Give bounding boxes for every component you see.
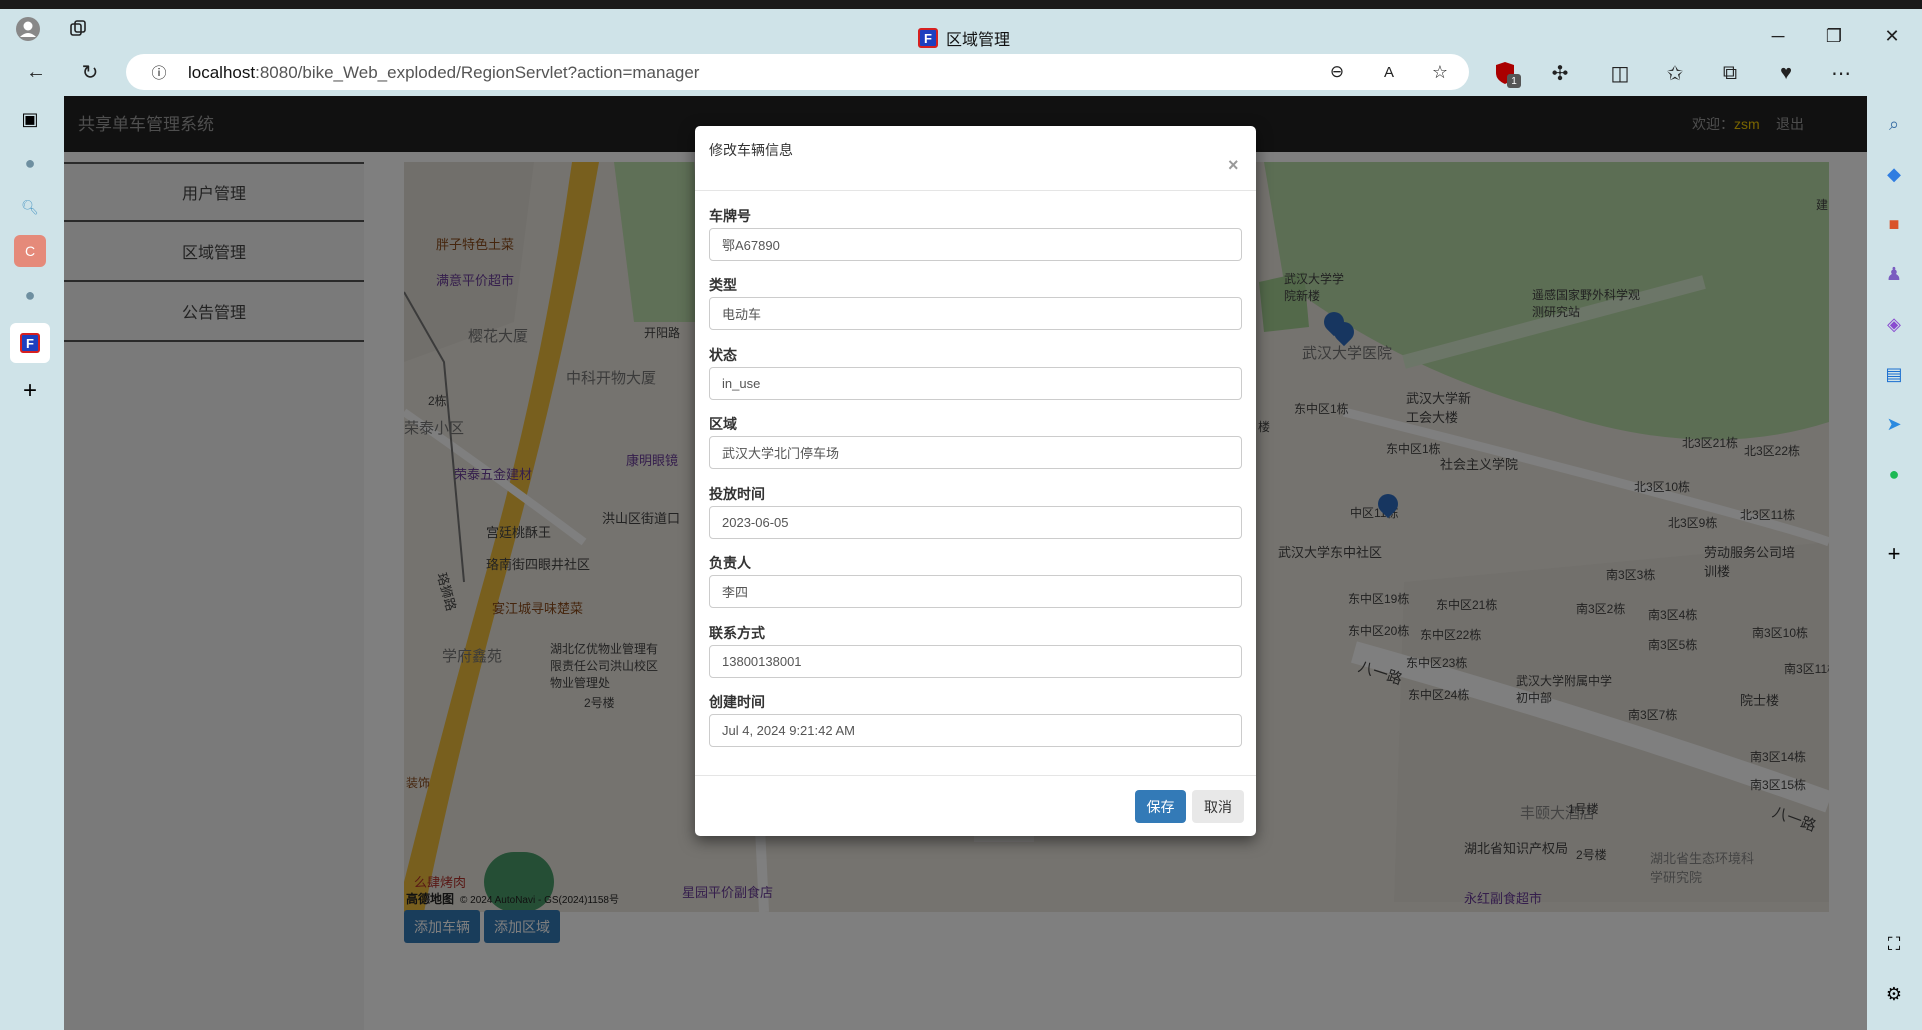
zoom-out-icon[interactable]: ⊖ — [1322, 57, 1352, 87]
vertical-tabs-sidebar: ▣ ● 🔍︎ C ● F + — [0, 96, 62, 1030]
search-tab-icon[interactable]: 🔍︎ — [14, 191, 46, 223]
search-icon[interactable]: ⌕ — [1878, 108, 1910, 140]
region-label: 区域 — [709, 416, 737, 432]
app-favicon-icon: F — [918, 28, 938, 48]
more-menu-icon[interactable]: ⋯ — [1826, 58, 1856, 88]
modal-title: 修改车辆信息 — [709, 142, 793, 158]
tab-title-text: 区域管理 — [946, 32, 1011, 49]
deploy-date-label: 投放时间 — [709, 486, 765, 502]
contact-input[interactable]: 13800138001 — [709, 645, 1242, 678]
tools-icon[interactable]: ■ — [1878, 208, 1910, 240]
browser-essentials-icon[interactable]: ♥ — [1771, 58, 1801, 88]
minimize-button[interactable]: ─ — [1760, 21, 1796, 51]
workspaces-icon[interactable] — [63, 14, 93, 44]
active-tab-icon[interactable]: F — [10, 323, 50, 363]
games-icon[interactable]: ♟ — [1878, 258, 1910, 290]
github-tab-icon[interactable]: ● — [14, 147, 46, 179]
title-bar: F 区域管理 ─ ❐ ✕ — [0, 9, 1922, 49]
telegram-icon[interactable]: ➤ — [1878, 408, 1910, 440]
settings-gear-icon[interactable]: ⚙ — [1878, 978, 1910, 1010]
new-tab-icon[interactable]: + — [14, 375, 46, 407]
favorite-star-icon[interactable]: ☆ — [1425, 57, 1455, 87]
created-time-label: 创建时间 — [709, 694, 765, 710]
modal-header: 修改车辆信息 × — [695, 126, 1256, 191]
window-top-border — [0, 0, 1922, 9]
close-icon[interactable]: × — [1228, 156, 1239, 174]
ublock-extension-icon[interactable]: 1 — [1490, 58, 1521, 88]
shopping-tag-icon[interactable]: ◆ — [1878, 158, 1910, 190]
contact-label: 联系方式 — [709, 625, 765, 641]
spotify-icon[interactable]: ● — [1878, 458, 1910, 490]
screenshot-icon[interactable]: ⛶ — [1878, 928, 1910, 960]
site-info-icon[interactable]: ⓘ — [144, 57, 174, 87]
region-input[interactable]: 武汉大学北门停车场 — [709, 436, 1242, 469]
save-button[interactable]: 保存 — [1135, 790, 1186, 823]
read-aloud-icon[interactable]: A — [1374, 57, 1404, 87]
collections-icon[interactable]: ⧉ — [1715, 58, 1745, 88]
tab-actions-icon[interactable]: ▣ — [14, 103, 46, 135]
profile-icon[interactable] — [13, 14, 43, 44]
close-window-button[interactable]: ✕ — [1874, 21, 1910, 51]
manager-input[interactable]: 李四 — [709, 575, 1242, 608]
add-sidebar-app-icon[interactable]: + — [1878, 538, 1910, 570]
cancel-button[interactable]: 取消 — [1192, 790, 1244, 823]
url-text[interactable]: localhost:8080/bike_Web_exploded/RegionS… — [188, 63, 699, 83]
deploy-date-input[interactable]: 2023-06-05 — [709, 506, 1242, 539]
favorites-icon[interactable]: ✩ — [1660, 58, 1690, 88]
type-label: 类型 — [709, 277, 737, 293]
back-arrow-icon[interactable]: ← — [21, 57, 51, 87]
plate-input[interactable]: 鄂A67890 — [709, 228, 1242, 261]
plate-label: 车牌号 — [709, 208, 751, 224]
split-screen-icon[interactable]: ◫ — [1605, 58, 1635, 88]
tab-title: F 区域管理 — [918, 26, 1010, 50]
github-tab-icon-2[interactable]: ● — [14, 279, 46, 311]
edge-sidebar: ⌕ ◆ ■ ♟ ◈ ▤ ➤ ● + ⛶ ⚙ — [1866, 96, 1922, 1030]
copilot-icon[interactable]: ◈ — [1878, 308, 1910, 340]
outlook-icon[interactable]: ▤ — [1878, 358, 1910, 390]
type-input[interactable]: 电动车 — [709, 297, 1242, 330]
status-label: 状态 — [709, 347, 737, 363]
modal-footer: 保存 取消 — [695, 775, 1256, 836]
c-tab-icon[interactable]: C — [14, 235, 46, 267]
edit-bike-modal: 修改车辆信息 × 车牌号 鄂A67890 类型 电动车 状态 in_use 区域… — [695, 126, 1256, 836]
extension-badge: 1 — [1507, 74, 1521, 88]
status-input[interactable]: in_use — [709, 367, 1242, 400]
extensions-puzzle-icon[interactable]: ✣ — [1545, 58, 1575, 88]
restore-button[interactable]: ❐ — [1816, 21, 1852, 51]
refresh-icon[interactable]: ↻ — [75, 57, 105, 87]
created-time-input[interactable]: Jul 4, 2024 9:21:42 AM — [709, 714, 1242, 747]
address-bar[interactable]: ⓘ localhost:8080/bike_Web_exploded/Regio… — [126, 54, 1469, 90]
manager-label: 负责人 — [709, 555, 751, 571]
